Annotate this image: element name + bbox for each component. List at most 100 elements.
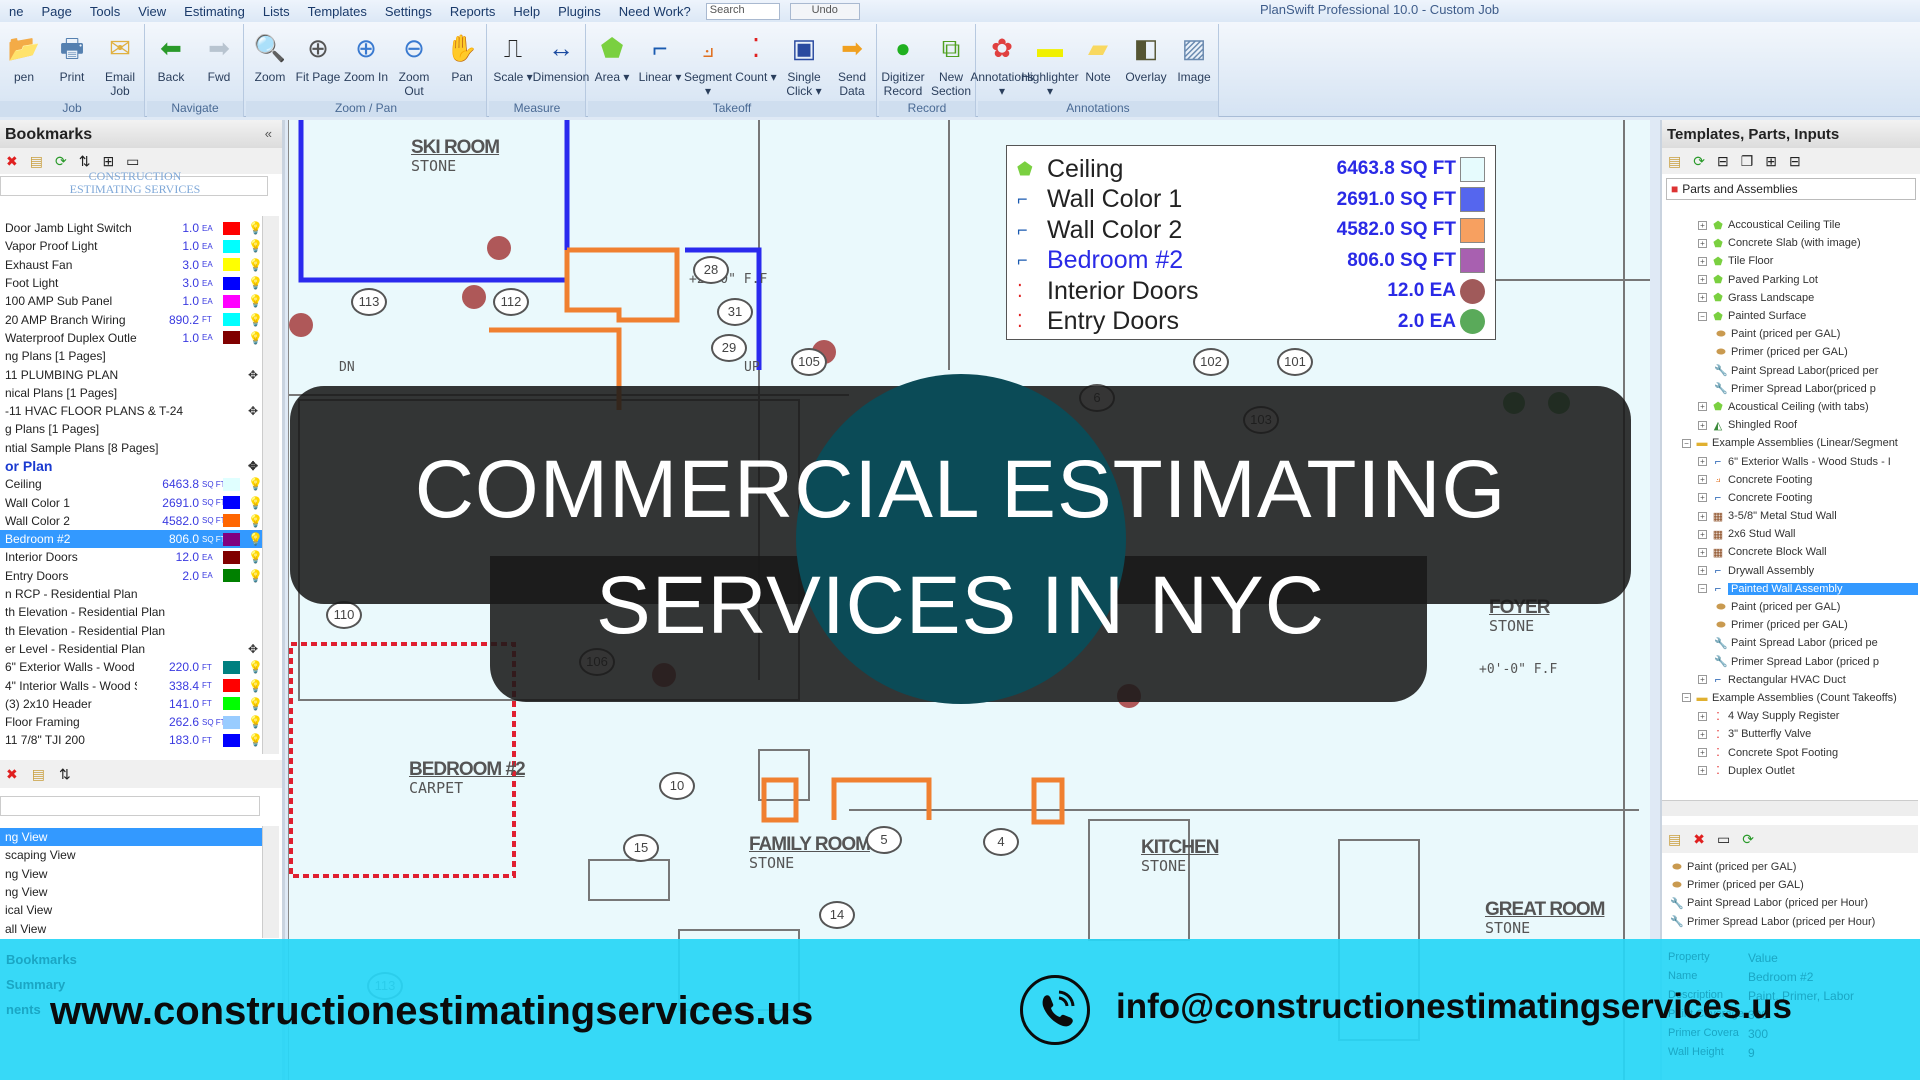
tree-node[interactable]: + ⌐ Rectangular HVAC Duct — [1662, 671, 1918, 689]
menu-reports[interactable]: Reports — [441, 4, 505, 19]
color-swatch[interactable] — [223, 550, 240, 564]
view-item[interactable]: ical View — [0, 901, 262, 919]
email-link[interactable]: info@constructionestimatingservices.us — [1116, 987, 1792, 1027]
bookmark-item[interactable]: th Elevation - Residential Plan — [0, 603, 262, 621]
color-swatch[interactable] — [223, 733, 240, 747]
copy-icon[interactable]: ❐ — [1741, 153, 1754, 170]
expand-node-icon[interactable]: + — [1698, 220, 1707, 230]
refresh-parts-icon[interactable]: ⟳ — [1742, 831, 1754, 848]
visibility-bulb-icon[interactable]: 💡 — [248, 221, 263, 235]
bookmark-item[interactable]: 20 AMP Branch Wiring 890.2 FT 💡 — [0, 310, 263, 328]
expand-node-icon[interactable]: + — [1698, 511, 1707, 521]
sort-views-icon[interactable]: ⇅ — [59, 766, 71, 783]
website-link[interactable]: www.constructionestimatingservices.us — [50, 989, 813, 1034]
color-swatch[interactable] — [223, 239, 240, 253]
visibility-bulb-icon[interactable]: 💡 — [248, 550, 263, 564]
tree-h-scrollbar[interactable] — [1662, 800, 1918, 816]
tree-node[interactable]: + ⬟ Acoustical Ceiling (with tabs) — [1662, 398, 1918, 416]
tree-node[interactable]: + ▦ Concrete Block Wall — [1662, 543, 1918, 561]
color-swatch[interactable] — [223, 276, 240, 290]
expand-node-icon[interactable]: + — [1698, 256, 1707, 266]
sort-icon[interactable]: ⇅ — [79, 153, 91, 170]
color-swatch[interactable] — [223, 532, 240, 546]
color-swatch[interactable] — [223, 258, 240, 272]
expand-node-icon[interactable]: + — [1698, 729, 1707, 739]
bookmark-item[interactable]: Vapor Proof Light 1.0 EA 💡 — [0, 237, 263, 255]
visibility-bulb-icon[interactable]: 💡 — [248, 697, 263, 711]
menu-tools[interactable]: Tools — [81, 4, 129, 19]
parts-dropdown[interactable]: ■ Parts and Assemblies — [1666, 178, 1916, 200]
bookmark-item[interactable]: 11 7/8" TJI 200 183.0 FT 💡 — [0, 731, 263, 749]
views-scrollbar[interactable] — [262, 826, 279, 938]
expand-node-icon[interactable]: + — [1698, 748, 1707, 758]
color-swatch[interactable] — [223, 679, 240, 693]
tree-node[interactable]: + ⟓ Concrete Footing — [1662, 471, 1918, 489]
delete-view-icon[interactable]: ✖ — [6, 766, 18, 783]
expand-node-icon[interactable]: + — [1698, 566, 1707, 576]
edit-part-icon[interactable]: ▭ — [1717, 831, 1730, 848]
expand-plus-icon[interactable]: ⊞ — [1765, 153, 1777, 170]
collapse-button[interactable]: « — [265, 126, 272, 141]
color-swatch[interactable] — [223, 715, 240, 729]
expand-node-icon[interactable]: + — [1698, 275, 1707, 285]
bookmark-item[interactable]: Wall Color 1 2691.0 SQ FT 💡 — [0, 493, 263, 511]
expand-node-icon[interactable]: + — [1698, 402, 1707, 412]
expand-node-icon[interactable]: + — [1698, 547, 1707, 557]
bookmark-item[interactable]: Floor Framing 262.6 SQ FT 💡 — [0, 713, 263, 731]
visibility-bulb-icon[interactable]: 💡 — [248, 276, 263, 290]
add-part-icon[interactable]: ▤ — [1668, 831, 1681, 848]
collapse-node-icon[interactable]: − — [1682, 693, 1691, 703]
expand-node-icon[interactable]: + — [1698, 711, 1707, 721]
color-swatch[interactable] — [223, 477, 240, 491]
bookmark-item[interactable]: 100 AMP Sub Panel 1.0 EA 💡 — [0, 292, 263, 310]
bookmark-item[interactable]: Interior Doors 12.0 EA 💡 — [0, 548, 263, 566]
tree-node[interactable]: + ◭ Shingled Roof — [1662, 416, 1918, 434]
tree-node[interactable]: 🔧 Primer Spread Labor (priced p — [1662, 653, 1918, 671]
views-filter-input[interactable] — [0, 796, 260, 816]
visibility-bulb-icon[interactable]: 💡 — [248, 532, 263, 546]
tree-node[interactable]: ⬬ Paint (priced per GAL) — [1666, 858, 1916, 876]
bookmark-item[interactable]: er Level - Residential Plan ✥ — [0, 640, 262, 658]
visibility-bulb-icon[interactable]: 💡 — [248, 331, 263, 345]
tree-node[interactable]: ⬬ Primer (priced per GAL) — [1662, 343, 1918, 361]
tree-node[interactable]: ⬬ Paint (priced per GAL) — [1662, 598, 1918, 616]
visibility-bulb-icon[interactable]: 💡 — [248, 477, 263, 491]
view-item[interactable]: ng View — [0, 828, 262, 847]
move-icon[interactable]: ✥ — [248, 368, 262, 382]
expand-node-icon[interactable]: + — [1698, 293, 1707, 303]
menu-view[interactable]: View — [129, 4, 175, 19]
tree-node[interactable]: + ⌐ 6" Exterior Walls - Wood Studs - I — [1662, 452, 1918, 470]
bookmark-item[interactable]: Waterproof Duplex Outlet 1.0 EA 💡 — [0, 329, 263, 347]
color-swatch[interactable] — [223, 660, 240, 674]
bookmark-scrollbar[interactable] — [262, 216, 279, 754]
bookmark-item[interactable]: ntial Sample Plans [8 Pages] — [0, 439, 262, 457]
tree-node[interactable]: 🔧 Primer Spread Labor(priced p — [1662, 380, 1918, 398]
expand-node-icon[interactable]: + — [1698, 766, 1707, 776]
tree-node[interactable]: + ⁚ 4 Way Supply Register — [1662, 707, 1918, 725]
refresh-icon[interactable]: ⟳ — [1693, 153, 1705, 170]
color-swatch[interactable] — [223, 294, 240, 308]
bookmark-item[interactable]: Entry Doors 2.0 EA 💡 — [0, 567, 263, 585]
collapse-all-icon[interactable]: ⊟ — [1717, 153, 1729, 170]
expand-node-icon[interactable]: + — [1698, 493, 1707, 503]
search-input[interactable]: Search — [705, 2, 780, 20]
tree-node[interactable]: + ⬟ Grass Landscape — [1662, 289, 1918, 307]
list-icon[interactable]: ▭ — [126, 153, 139, 170]
bookmark-item[interactable]: Ceiling 6463.8 SQ FT 💡 — [0, 475, 263, 493]
visibility-bulb-icon[interactable]: 💡 — [248, 239, 263, 253]
bookmark-item[interactable]: th Elevation - Residential Plan — [0, 622, 262, 640]
menu-lists[interactable]: Lists — [254, 4, 299, 19]
delete-part-icon[interactable]: ✖ — [1693, 831, 1705, 848]
new-view-icon[interactable]: ▤ — [32, 766, 45, 783]
tree-node[interactable]: 🔧 Paint Spread Labor(priced per — [1662, 362, 1918, 380]
tree-node[interactable]: + ⌐ Drywall Assembly — [1662, 562, 1918, 580]
tree-node[interactable]: 🔧 Paint Spread Labor (priced pe — [1662, 634, 1918, 652]
color-swatch[interactable] — [223, 331, 240, 345]
visibility-bulb-icon[interactable]: 💡 — [248, 294, 263, 308]
visibility-bulb-icon[interactable]: 💡 — [248, 679, 263, 693]
refresh-icon[interactable]: ⟳ — [55, 153, 67, 170]
expand-node-icon[interactable]: + — [1698, 420, 1707, 430]
bookmark-item[interactable]: -11 HVAC FLOOR PLANS & T-24 ✥ — [0, 402, 262, 420]
visibility-bulb-icon[interactable]: 💡 — [248, 733, 263, 747]
visibility-bulb-icon[interactable]: 💡 — [248, 313, 263, 327]
